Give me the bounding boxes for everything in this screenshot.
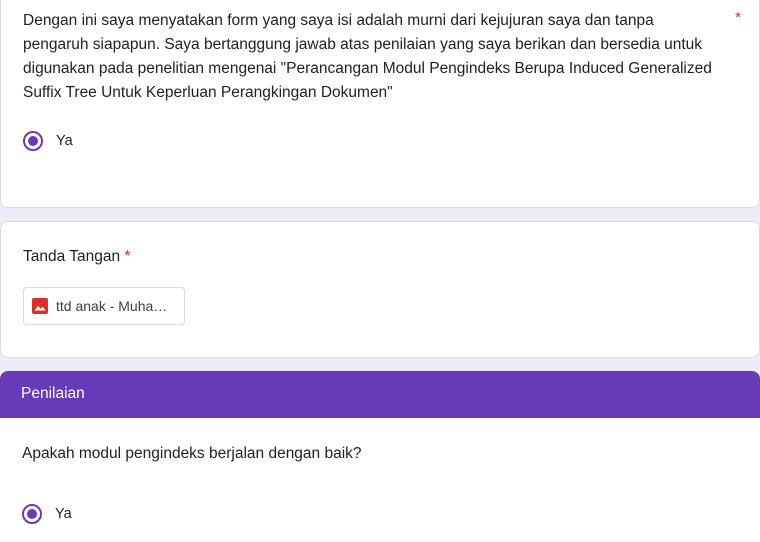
question-text: Apakah modul pengindeks berjalan dengan … [22,445,362,462]
radio-option-ya[interactable]: Ya [22,504,72,524]
file-name: ttd anak - Muhammad [56,298,172,314]
radio-button-selected[interactable] [22,504,42,524]
form-page: Dengan ini saya menyatakan form yang say… [0,0,760,542]
question-card-declaration: Dengan ini saya menyatakan form yang say… [0,0,760,208]
radio-option-label: Ya [55,506,72,522]
required-asterisk: * [124,248,131,265]
question-card-signature: Tanda Tangan * ttd anak - Muhammad [0,221,760,358]
question-title-text: Tanda Tangan [23,248,121,265]
required-asterisk: * [735,9,741,26]
section-title: Penilaian [21,385,85,402]
radio-option-label: Ya [56,133,73,149]
radio-button-selected[interactable] [23,131,43,151]
uploaded-file-chip[interactable]: ttd anak - Muhammad [23,287,185,325]
section-card-penilaian: Penilaian Apakah modul pengindeks berjal… [0,371,760,542]
question-title: Tanda Tangan * [23,248,130,266]
radio-dot [27,509,37,519]
radio-option-ya[interactable]: Ya [23,131,73,151]
radio-dot [28,136,38,146]
section-header: Penilaian [0,371,760,418]
image-file-icon [32,298,48,314]
question-text: Dengan ini saya menyatakan form yang say… [23,12,712,101]
